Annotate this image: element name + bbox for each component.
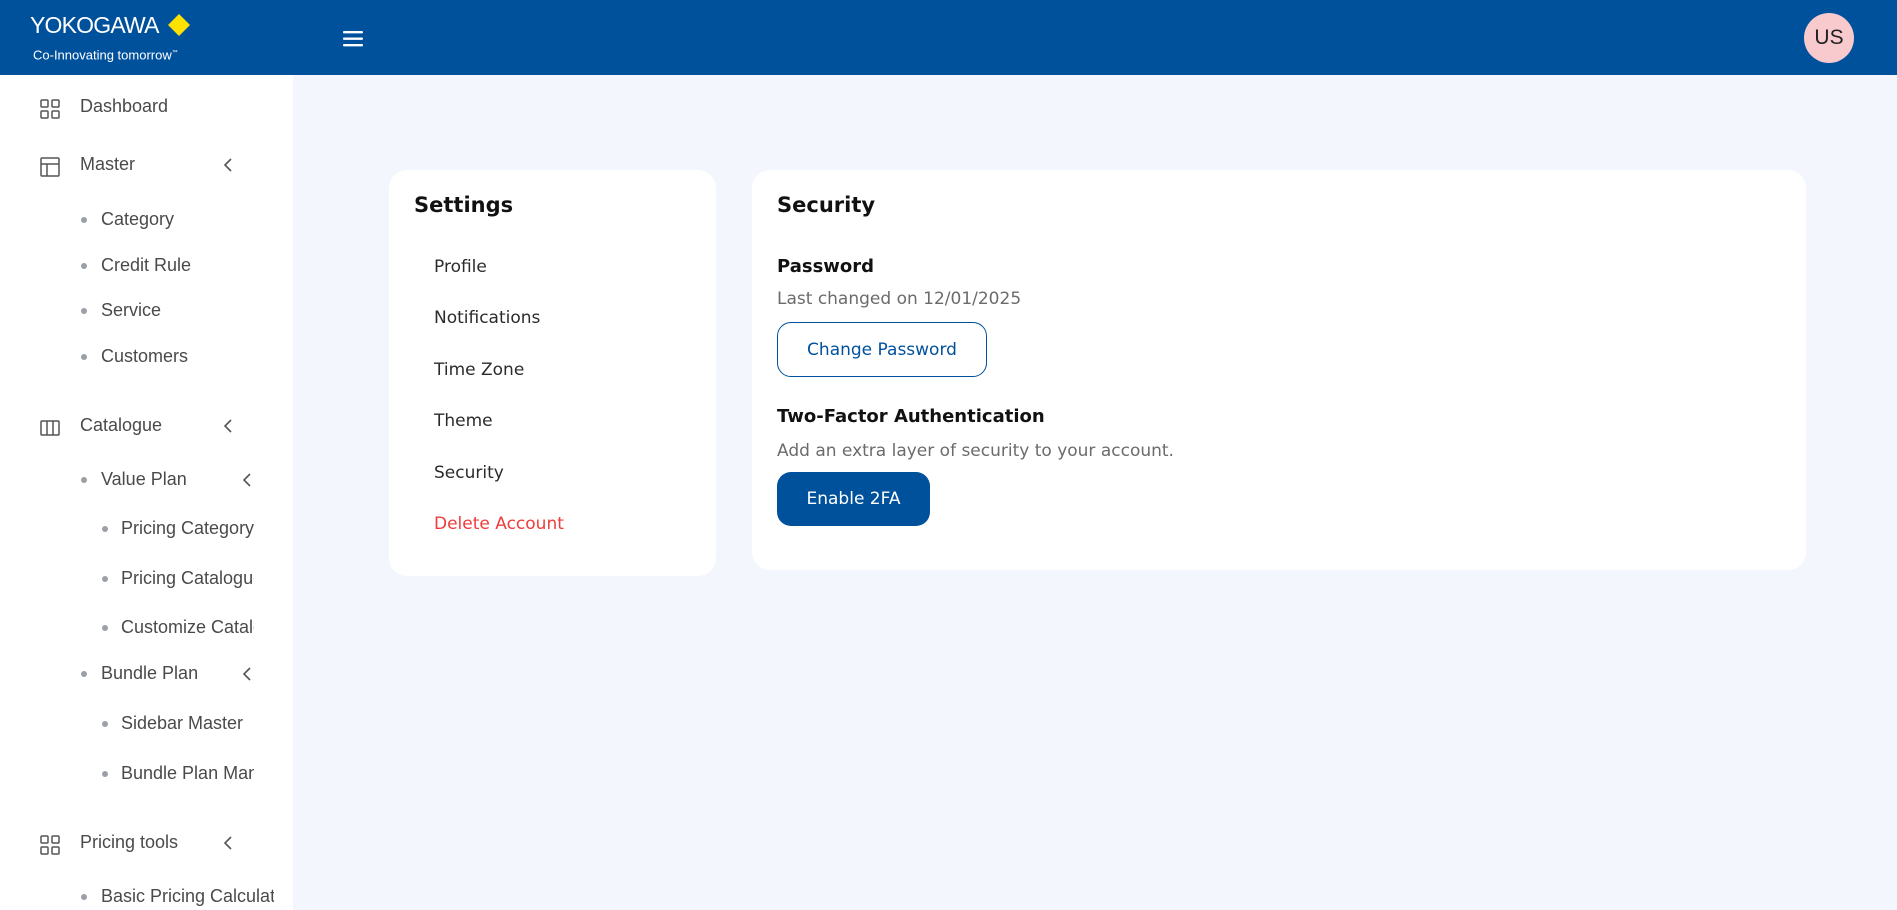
columns-icon — [40, 420, 60, 436]
chevron-left-icon[interactable] — [221, 835, 235, 851]
yokogawa-logo[interactable]: YOKOGAWA Co-Innovating tomorrow™ — [30, 12, 210, 64]
settings-menu-notifications[interactable]: Notifications — [434, 307, 540, 329]
bullet-dot — [81, 894, 87, 900]
bullet-dot — [81, 308, 87, 314]
top-header: YOKOGAWA Co-Innovating tomorrow™ US — [0, 0, 1897, 75]
settings-menu-profile[interactable]: Profile — [434, 256, 487, 278]
sidebar-item-sidebar-master[interactable]: Sidebar Master — [121, 712, 254, 734]
table-layout-icon — [40, 157, 60, 177]
bullet-dot — [102, 576, 108, 582]
sidebar-item-customers[interactable]: Customers — [101, 345, 188, 367]
sidebar-item-bundle-plan[interactable]: Bundle Plan — [101, 662, 198, 684]
bullet-dot — [81, 263, 87, 269]
settings-title: Settings — [414, 193, 514, 217]
chevron-left-icon[interactable] — [221, 157, 235, 173]
bullet-dot — [102, 625, 108, 631]
bullet-dot — [102, 771, 108, 777]
sidebar-item-basic-pricing-calculator[interactable]: Basic Pricing Calculator — [101, 885, 274, 907]
sidebar-item-pricing-tools[interactable]: Pricing tools — [80, 831, 178, 853]
bullet-dot — [81, 354, 87, 360]
bullet-dot — [102, 721, 108, 727]
settings-card: Settings Profile Notifications Time Zone… — [389, 170, 716, 576]
bullet-dot — [81, 217, 87, 223]
two-factor-description: Add an extra layer of security to your a… — [777, 441, 1174, 461]
sidebar-item-master[interactable]: Master — [80, 153, 135, 175]
password-label: Password — [777, 256, 875, 277]
logo-wordmark: YOKOGAWA — [30, 12, 159, 38]
sidebar-item-customize-catalogue[interactable]: Customize Catalogue — [121, 616, 254, 638]
security-card: Security Password Last changed on 12/01/… — [752, 170, 1806, 570]
bullet-dot — [81, 671, 87, 677]
sidebar-item-catalogue[interactable]: Catalogue — [80, 414, 162, 436]
user-avatar[interactable]: US — [1804, 13, 1854, 63]
password-last-changed: Last changed on 12/01/2025 — [777, 289, 1022, 309]
enable-2fa-button[interactable]: Enable 2FA — [777, 472, 930, 526]
bullet-dot — [102, 526, 108, 532]
logo-diamond-icon — [168, 14, 190, 36]
sidebar-item-pricing-category[interactable]: Pricing Category — [121, 517, 254, 539]
sidebar-item-category[interactable]: Category — [101, 208, 174, 230]
hamburger-menu-icon[interactable] — [341, 28, 367, 50]
settings-menu-theme[interactable]: Theme — [434, 410, 493, 432]
sidebar-item-value-plan[interactable]: Value Plan — [101, 468, 187, 490]
sidebar-item-service[interactable]: Service — [101, 299, 161, 321]
sidebar-item-credit-rule[interactable]: Credit Rule — [101, 254, 191, 276]
sidebar: Dashboard Master Category Credit Rule Se… — [0, 75, 293, 910]
sidebar-item-dashboard[interactable]: Dashboard — [80, 95, 168, 117]
bullet-dot — [81, 477, 87, 483]
chevron-left-icon[interactable] — [240, 666, 254, 682]
settings-menu-time-zone[interactable]: Time Zone — [434, 359, 524, 381]
chevron-left-icon[interactable] — [221, 418, 235, 434]
settings-menu-security[interactable]: Security — [434, 462, 504, 484]
chevron-left-icon[interactable] — [240, 472, 254, 488]
security-title: Security — [777, 193, 876, 217]
pricing-tools-grid-icon — [40, 835, 60, 855]
sidebar-item-pricing-catalogue[interactable]: Pricing Catalogue — [121, 567, 254, 589]
two-factor-label: Two-Factor Authentication — [777, 406, 1045, 427]
logo-tagline: Co-Innovating tomorrow™ — [33, 47, 178, 63]
sidebar-item-bundle-plan-management[interactable]: Bundle Plan Management — [121, 762, 254, 784]
change-password-button[interactable]: Change Password — [777, 322, 987, 377]
dashboard-grid-icon — [40, 99, 60, 119]
settings-menu-delete-account[interactable]: Delete Account — [434, 513, 564, 535]
